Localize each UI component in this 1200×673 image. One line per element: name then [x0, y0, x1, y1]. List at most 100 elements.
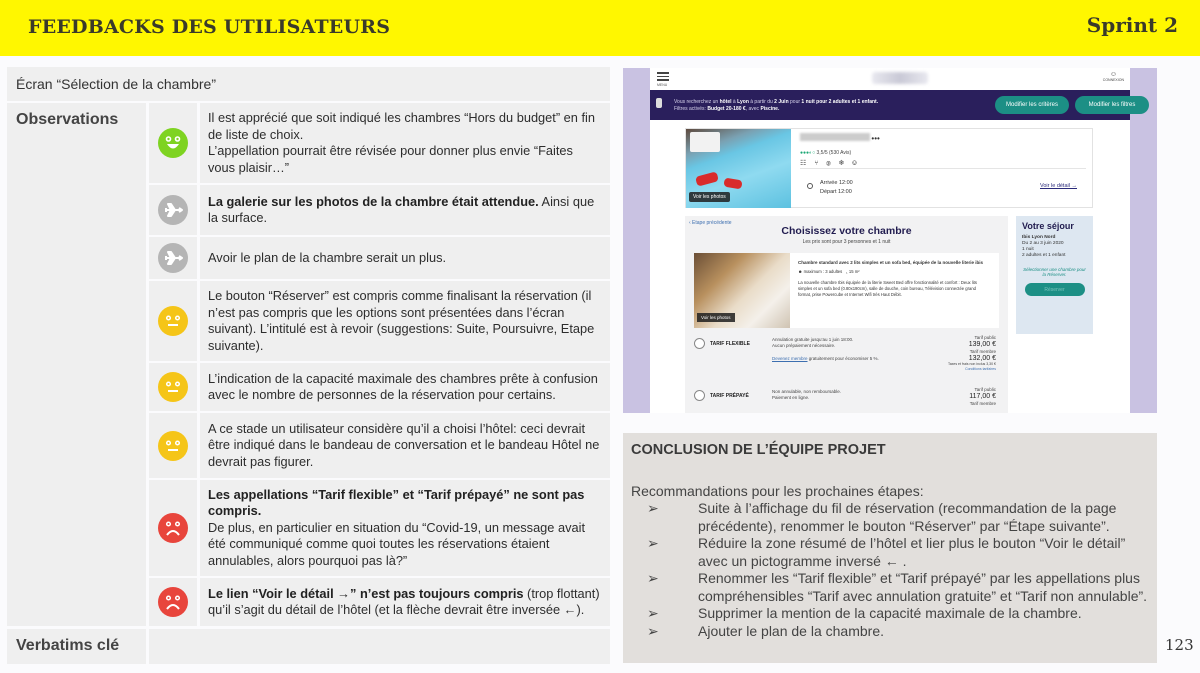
observation-text: Il est apprécié que soit indiqué les cha…: [200, 103, 610, 183]
modify-criteria-button[interactable]: Modifier les critères: [995, 96, 1069, 114]
departure-time: Départ 12:00: [820, 189, 852, 195]
member-price-label: Tarif membre: [969, 401, 996, 406]
recommendation-item: ➢ Supprimer la mention de la capacité max…: [647, 605, 1149, 623]
room-selection: ‹ Etape précédente Choisissez votre cham…: [685, 216, 1008, 413]
banner-text: pour: [788, 99, 802, 105]
brand-logo: [872, 72, 928, 84]
airplane-icon: [158, 195, 188, 225]
observation-icon-cell: [149, 578, 197, 626]
verbatims-label: Verbatims clé: [7, 629, 146, 664]
room-capacity: ☻ maximum : 3 adultes ⌞ 15 m²: [798, 269, 988, 275]
recommendations-list: ➢ Suite à l’affichage du fil de réservati…: [647, 500, 1149, 640]
observation-icon-cell: [149, 363, 197, 411]
observation-body: Il est apprécié que soit indiqué les cha…: [208, 110, 595, 142]
observation-paragraph: Les appellations “Tarif flexible” et “Ta…: [208, 487, 602, 520]
menu-icon[interactable]: MENU: [657, 72, 669, 87]
observation-body: L’indication de la capacité maximale des…: [208, 370, 598, 403]
conclusion-title: CONCLUSION DE L’ÉQUIPE PROJET: [631, 442, 886, 458]
clock-icon: [807, 183, 813, 189]
connexion-button[interactable]: ☺ CONNEXION: [1103, 71, 1124, 82]
happy-smiley-icon: [158, 128, 188, 158]
observation-text: L’indication de la capacité maximale des…: [200, 363, 610, 411]
observation-body: Avoir le plan de la chambre serait un pl…: [208, 249, 447, 265]
tarif-flexible-option[interactable]: TARIF FLEXIBLE Annulation gratuite jusqu…: [694, 334, 999, 380]
observations-label: Observations: [7, 103, 146, 626]
observation-paragraph: Le lien “Voir le détail →” n’est pas tou…: [208, 586, 602, 619]
hotel-name-blurred: [800, 133, 870, 141]
tarif-name: TARIF PRÉPAYÉ: [710, 393, 749, 399]
verbatims-content: [149, 629, 610, 664]
observation-icon-cell: [149, 237, 197, 279]
reviews-count: (530 Avis): [829, 150, 852, 156]
observation-body: A ce stade un utilisateur considère qu’i…: [208, 420, 600, 469]
search-banner: Vous recherchez un hôtel à Lyon à partir…: [650, 90, 1149, 120]
observation-paragraph: L’indication de la capacité maximale des…: [208, 371, 602, 404]
observation-body-2: De plus, en particulier en situation du …: [208, 519, 586, 568]
tarif-condition: Aucun prépaiement nécessaire.: [772, 343, 836, 348]
observation-text: Avoir le plan de la chambre serait un pl…: [200, 237, 610, 279]
become-member-link[interactable]: Devenez membre: [772, 356, 808, 361]
surface-icon: ⌞: [845, 269, 848, 274]
app-page: MENU ☺ CONNEXION Vous recherchez un hôtel…: [650, 68, 1149, 413]
tarif-radio[interactable]: [694, 390, 705, 401]
room-card: Voir les photos Chambre standard avec 2 …: [694, 253, 999, 328]
tarif-conditions: Non annulable, non remboursable. Paiement…: [772, 389, 841, 401]
member-offer: Devenez membre gratuitement pour économi…: [772, 356, 879, 361]
stay-guests: 2 adultes et 1 enfant: [1022, 253, 1066, 258]
person-icon: ☻: [798, 269, 803, 274]
observation-body-2: L’appellation pourrait être révisée pour…: [208, 143, 573, 175]
banner-text: Lyon: [737, 99, 749, 105]
conditions-link[interactable]: Conditions tarifaires: [948, 367, 996, 371]
search-summary: Vous recherchez un hôtel à Lyon à partir…: [674, 99, 878, 113]
public-price-label: Tarif public: [974, 335, 996, 340]
banner-text: 2 Juin: [774, 99, 789, 105]
arrow-bullet-icon: ➢: [647, 570, 659, 586]
public-price: 117,00 €: [969, 393, 996, 400]
member-text: gratuitement pour économiser 5 %.: [807, 356, 879, 361]
rating-value: 3,5/5: [816, 150, 828, 156]
tarif-prepaye-option[interactable]: TARIF PRÉPAYÉ Non annulable, non rembour…: [694, 386, 999, 413]
chatbot-icon: [656, 98, 662, 108]
hotel-photo[interactable]: Voir les photos: [686, 129, 791, 208]
observation-paragraph: A ce stade un utilisateur considère qu’i…: [208, 421, 602, 471]
observation-text: Les appellations “Tarif flexible” et “Ta…: [200, 480, 610, 576]
conclusion-intro: Recommandations pour les prochaines étap…: [631, 483, 924, 499]
hotel-info: ••• ●●●◐○ 3,5/5 (530 Avis) ☷ ⑂ Ⓟ ❄ ⎉: [800, 133, 1086, 167]
observation-paragraph: Avoir le plan de la chambre serait un pl…: [208, 250, 602, 267]
banner-text: Filtres activés:: [674, 106, 708, 112]
pool-float: [723, 177, 743, 190]
recommendation-item: ➢ Ajouter le plan de la chambre.: [647, 623, 1149, 641]
rating-dots: ●●●◐○: [800, 150, 816, 156]
connexion-label: CONNEXION: [1102, 78, 1124, 82]
member-price-label: Tarif membre: [969, 349, 996, 354]
checkin-times: Arrivée 12:00 Départ 12:00: [820, 179, 853, 197]
surface-text: 15 m²: [848, 269, 860, 274]
book-button[interactable]: Réserver: [1024, 283, 1085, 296]
pool-float: [695, 171, 719, 187]
arrow-bullet-icon: ➢: [647, 605, 659, 621]
menu-label: MENU: [657, 82, 668, 87]
room-description: Chambre standard avec 2 lits simples et …: [798, 260, 988, 298]
room-title: Choisissez votre chambre: [781, 225, 912, 237]
banner-text: hôtel: [719, 99, 732, 105]
hotel-card: Voir les photos ••• ●●●◐○ 3,5/5 (530 Avi…: [685, 128, 1093, 208]
room-photo[interactable]: Voir les photos: [694, 253, 790, 328]
sad-smiley-icon: [158, 513, 188, 543]
tarif-condition: Paiement en ligne.: [772, 395, 810, 400]
recommendation-item: ➢ Réduire la zone résumé de l’hôtel et li…: [647, 535, 1149, 570]
recommendation-text: Ajouter le plan de la chambre.: [698, 622, 884, 639]
observation-bold: Le lien “Voir le détail →” n’est pas tou…: [208, 585, 524, 601]
neutral-smiley-icon: [158, 430, 188, 461]
divider: [800, 168, 1086, 169]
recommendation-text: Supprimer la mention de la capacité maxi…: [698, 605, 1082, 621]
modify-filters-button[interactable]: Modifier les filtres: [1075, 96, 1149, 114]
banner-text: à partir du: [748, 99, 775, 105]
observation-bold: La galerie sur les photos de la chambre …: [208, 193, 539, 209]
tarif-radio[interactable]: [694, 338, 705, 349]
see-photos-button[interactable]: Voir les photos: [697, 313, 735, 322]
banner-text: 1 nuit pour 2 adultes et 1 enfant.: [801, 99, 879, 105]
recommendation-item: ➢ Suite à l’affichage du fil de réservati…: [647, 500, 1149, 535]
observation-icon-cell: [149, 480, 197, 576]
see-detail-link[interactable]: Voir le détail →: [1040, 183, 1077, 189]
see-photos-button[interactable]: Voir les photos: [689, 192, 730, 202]
